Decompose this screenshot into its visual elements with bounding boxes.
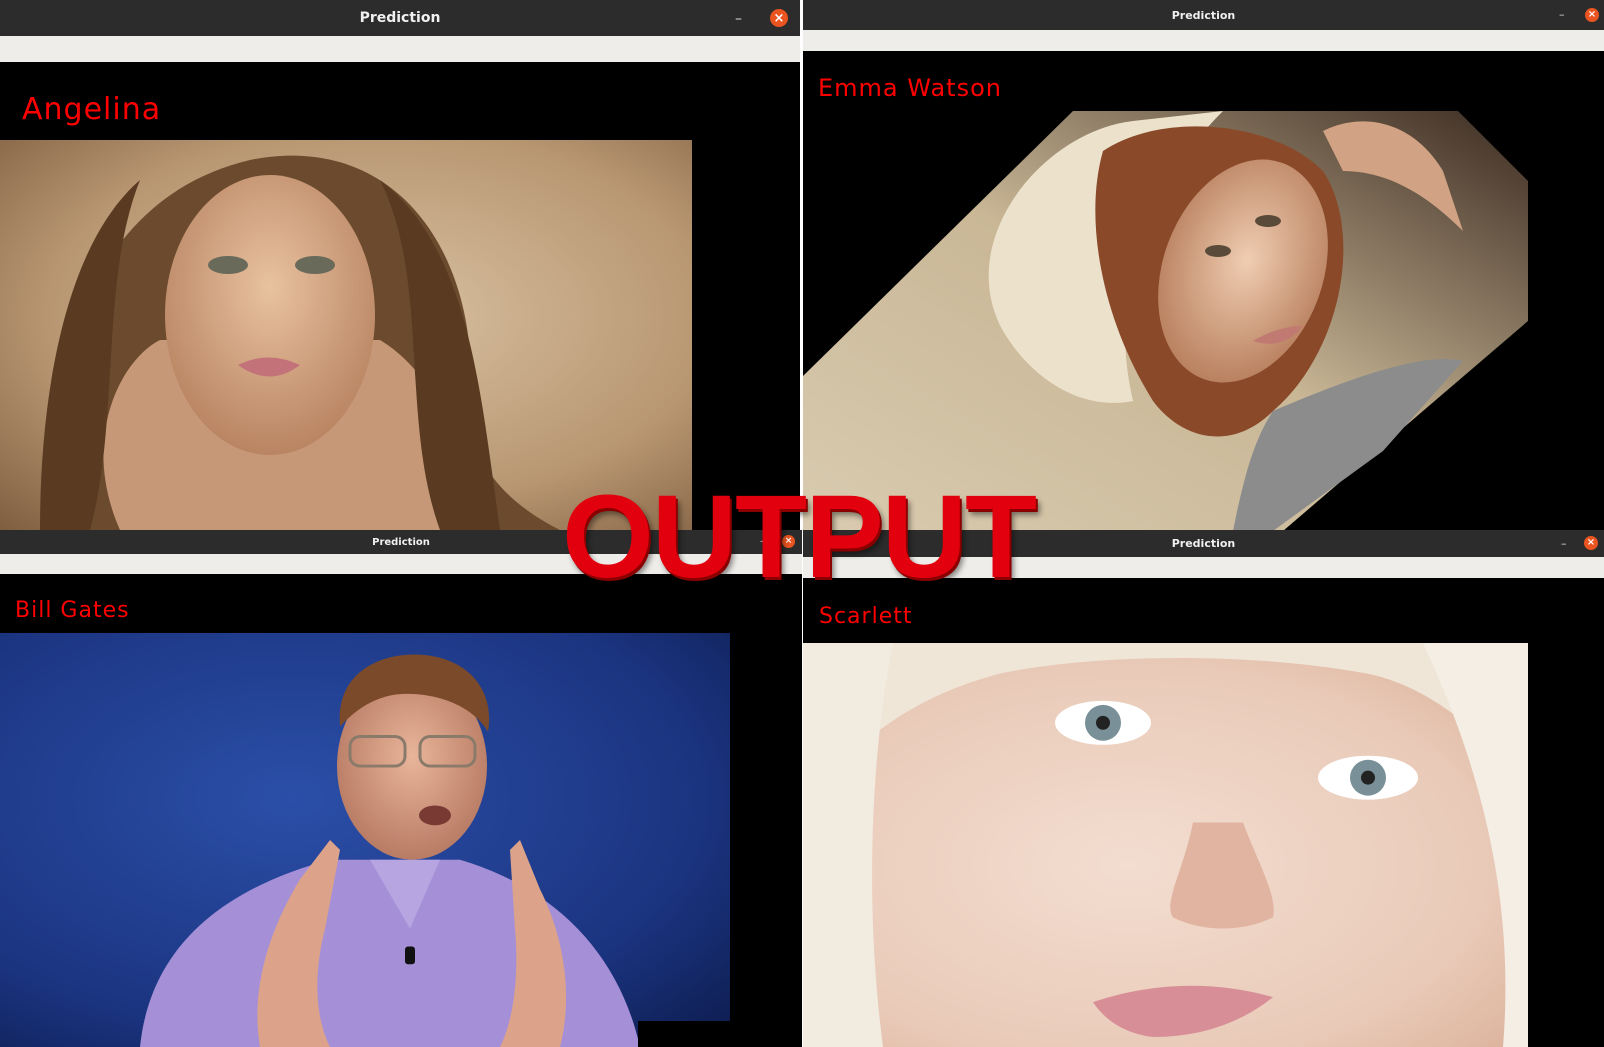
prediction-label: Bill Gates bbox=[15, 598, 130, 623]
face-photo-bill bbox=[0, 633, 730, 1047]
window-titlebar[interactable]: Prediction bbox=[0, 0, 800, 36]
image-black-corner bbox=[638, 1021, 802, 1047]
prediction-label: Angelina bbox=[22, 92, 162, 127]
prediction-label: Emma Watson bbox=[818, 74, 1002, 102]
face-photo-scarlett bbox=[803, 643, 1528, 1047]
image-canvas: Angelina bbox=[0, 62, 800, 530]
window-toolbar bbox=[0, 36, 800, 62]
window-title: Prediction bbox=[359, 10, 441, 26]
window-title: Prediction bbox=[1171, 8, 1236, 22]
prediction-window-emma: Prediction – × Emma Watson bbox=[803, 0, 1604, 530]
prediction-label: Scarlett bbox=[819, 604, 913, 629]
window-title: Prediction bbox=[372, 536, 430, 548]
output-banner: OUTPUT bbox=[562, 471, 1037, 603]
minimize-button[interactable]: – bbox=[1559, 9, 1565, 20]
window-toolbar bbox=[803, 30, 1604, 51]
image-canvas: Scarlett bbox=[803, 578, 1604, 1047]
minimize-button[interactable]: – bbox=[1561, 538, 1567, 549]
close-button[interactable]: × bbox=[1585, 8, 1599, 22]
prediction-window-scarlett: Prediction – × Scarlett bbox=[803, 530, 1604, 1047]
window-titlebar[interactable]: Prediction bbox=[803, 0, 1604, 30]
close-button[interactable]: × bbox=[1584, 536, 1598, 550]
window-title: Prediction bbox=[1171, 537, 1236, 550]
prediction-window-bill: Prediction – × Bill Gates bbox=[0, 530, 802, 1047]
image-canvas: Emma Watson bbox=[803, 51, 1604, 530]
minimize-button[interactable]: – bbox=[735, 12, 742, 26]
prediction-window-angelina: Prediction – × Angelina bbox=[0, 0, 800, 530]
image-canvas: Bill Gates bbox=[0, 574, 802, 1047]
face-photo-emma-rotated bbox=[803, 111, 1528, 530]
close-button[interactable]: × bbox=[770, 9, 788, 27]
